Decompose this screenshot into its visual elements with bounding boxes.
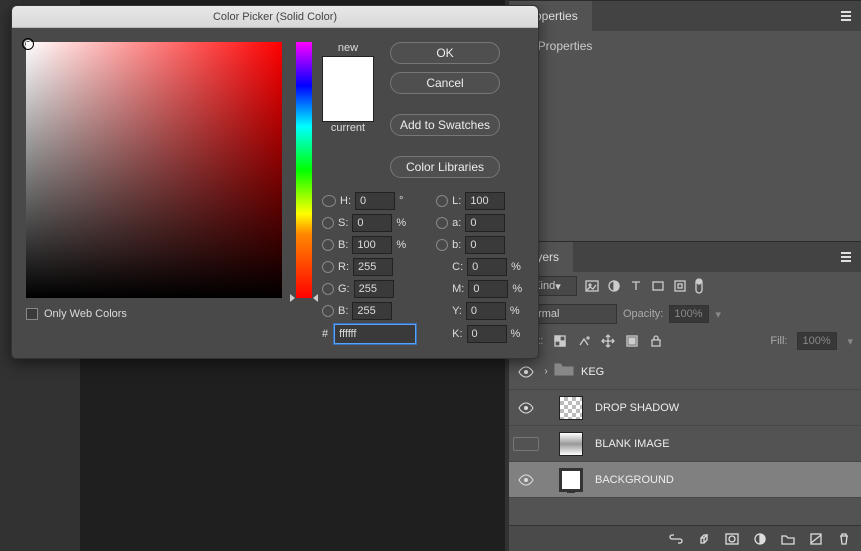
m-field[interactable]	[468, 280, 508, 298]
layer-thumbnail	[559, 432, 583, 456]
hue-indicator-icon	[290, 294, 295, 302]
layer-mask-icon[interactable]	[725, 532, 739, 546]
panel-menu-icon[interactable]	[835, 246, 857, 268]
filter-image-icon[interactable]	[585, 279, 599, 293]
lock-position-icon[interactable]	[601, 334, 615, 348]
dialog-title: Color Picker (Solid Color)	[12, 6, 538, 28]
current-color-swatch[interactable]	[323, 89, 373, 121]
filter-type-icon[interactable]	[629, 279, 643, 293]
opacity-label: Opacity:	[623, 308, 663, 320]
picker-cursor[interactable]	[22, 38, 34, 50]
properties-panel: Properties No Properties	[509, 0, 861, 241]
layer-name-label: BLANK IMAGE	[595, 438, 670, 450]
filter-shape-icon[interactable]	[651, 279, 665, 293]
g-field[interactable]	[354, 280, 394, 298]
new-layer-icon[interactable]	[809, 532, 823, 546]
color-picker-dialog: Color Picker (Solid Color) Only Web Colo…	[11, 5, 539, 359]
visibility-empty-icon[interactable]	[513, 437, 539, 451]
web-colors-label: Only Web Colors	[44, 308, 127, 320]
opacity-field[interactable]: 100%	[669, 305, 709, 323]
disclosure-icon[interactable]: ›	[539, 366, 553, 377]
no-properties-label: No Properties	[509, 31, 861, 61]
k-field[interactable]	[467, 325, 507, 343]
layer-name-label: KEG	[581, 366, 604, 378]
lock-image-icon[interactable]	[577, 334, 591, 348]
c-field[interactable]	[467, 258, 507, 276]
layer-thumbnail	[559, 396, 583, 420]
hex-field[interactable]	[334, 324, 416, 344]
visibility-eye-icon[interactable]	[513, 366, 539, 378]
lock-transparent-icon[interactable]	[553, 334, 567, 348]
panel-menu-icon[interactable]	[835, 5, 857, 27]
labb-radio[interactable]	[436, 239, 448, 251]
r-field[interactable]	[353, 258, 393, 276]
current-color-label: current	[331, 122, 365, 134]
filter-adjustment-icon[interactable]	[607, 279, 621, 293]
layer-row[interactable]: BACKGROUND	[509, 462, 861, 498]
ok-button[interactable]: OK	[390, 42, 500, 64]
lock-artboard-icon[interactable]	[625, 334, 639, 348]
hue-indicator-icon	[313, 294, 318, 302]
b-field[interactable]	[352, 302, 392, 320]
layer-name-label: BACKGROUND	[595, 474, 674, 486]
layer-name-label: DROP SHADOW	[595, 402, 679, 414]
color-libraries-button[interactable]: Color Libraries	[390, 156, 500, 178]
lock-all-icon[interactable]	[649, 334, 663, 348]
new-group-icon[interactable]	[781, 532, 795, 546]
hue-field[interactable]	[355, 192, 395, 210]
l-field[interactable]	[465, 192, 505, 210]
y-field[interactable]	[466, 302, 506, 320]
new-color-label: new	[338, 42, 358, 54]
a-field[interactable]	[465, 214, 505, 232]
labb-field[interactable]	[465, 236, 505, 254]
g-radio[interactable]	[322, 283, 334, 295]
new-adjustment-icon[interactable]	[753, 532, 767, 546]
delete-layer-icon[interactable]	[837, 532, 851, 546]
layer-row[interactable]: BLANK IMAGE	[509, 426, 861, 462]
web-colors-checkbox[interactable]	[26, 308, 38, 320]
filter-smartobj-icon[interactable]	[673, 279, 687, 293]
layer-thumbnail	[559, 468, 583, 492]
bright-field[interactable]	[352, 236, 392, 254]
layer-row[interactable]: DROP SHADOW	[509, 390, 861, 426]
fill-label: Fill:	[770, 335, 787, 347]
b-radio[interactable]	[322, 305, 334, 317]
folder-icon	[553, 360, 575, 383]
bright-radio[interactable]	[322, 239, 334, 251]
add-to-swatches-button[interactable]: Add to Swatches	[390, 114, 500, 136]
layer-style-icon[interactable]	[697, 532, 711, 546]
filter-toggle-icon[interactable]	[695, 278, 703, 294]
visibility-eye-icon[interactable]	[513, 474, 539, 486]
layer-row[interactable]: › KEG	[509, 354, 861, 390]
new-color-swatch[interactable]	[323, 57, 373, 89]
a-radio[interactable]	[436, 217, 448, 229]
link-layers-icon[interactable]	[669, 532, 683, 546]
l-radio[interactable]	[436, 195, 448, 207]
fill-field[interactable]: 100%	[797, 332, 837, 350]
visibility-eye-icon[interactable]	[513, 402, 539, 414]
layers-panel: Layers Kind ▾ Normal Opacity: 100% ▾ Loc…	[509, 241, 861, 551]
hue-slider[interactable]	[296, 42, 312, 298]
sat-radio[interactable]	[322, 217, 334, 229]
cancel-button[interactable]: Cancel	[390, 72, 500, 94]
saturation-brightness-field[interactable]	[26, 42, 282, 298]
sat-field[interactable]	[352, 214, 392, 232]
r-radio[interactable]	[322, 261, 334, 273]
hue-radio[interactable]	[322, 195, 336, 207]
